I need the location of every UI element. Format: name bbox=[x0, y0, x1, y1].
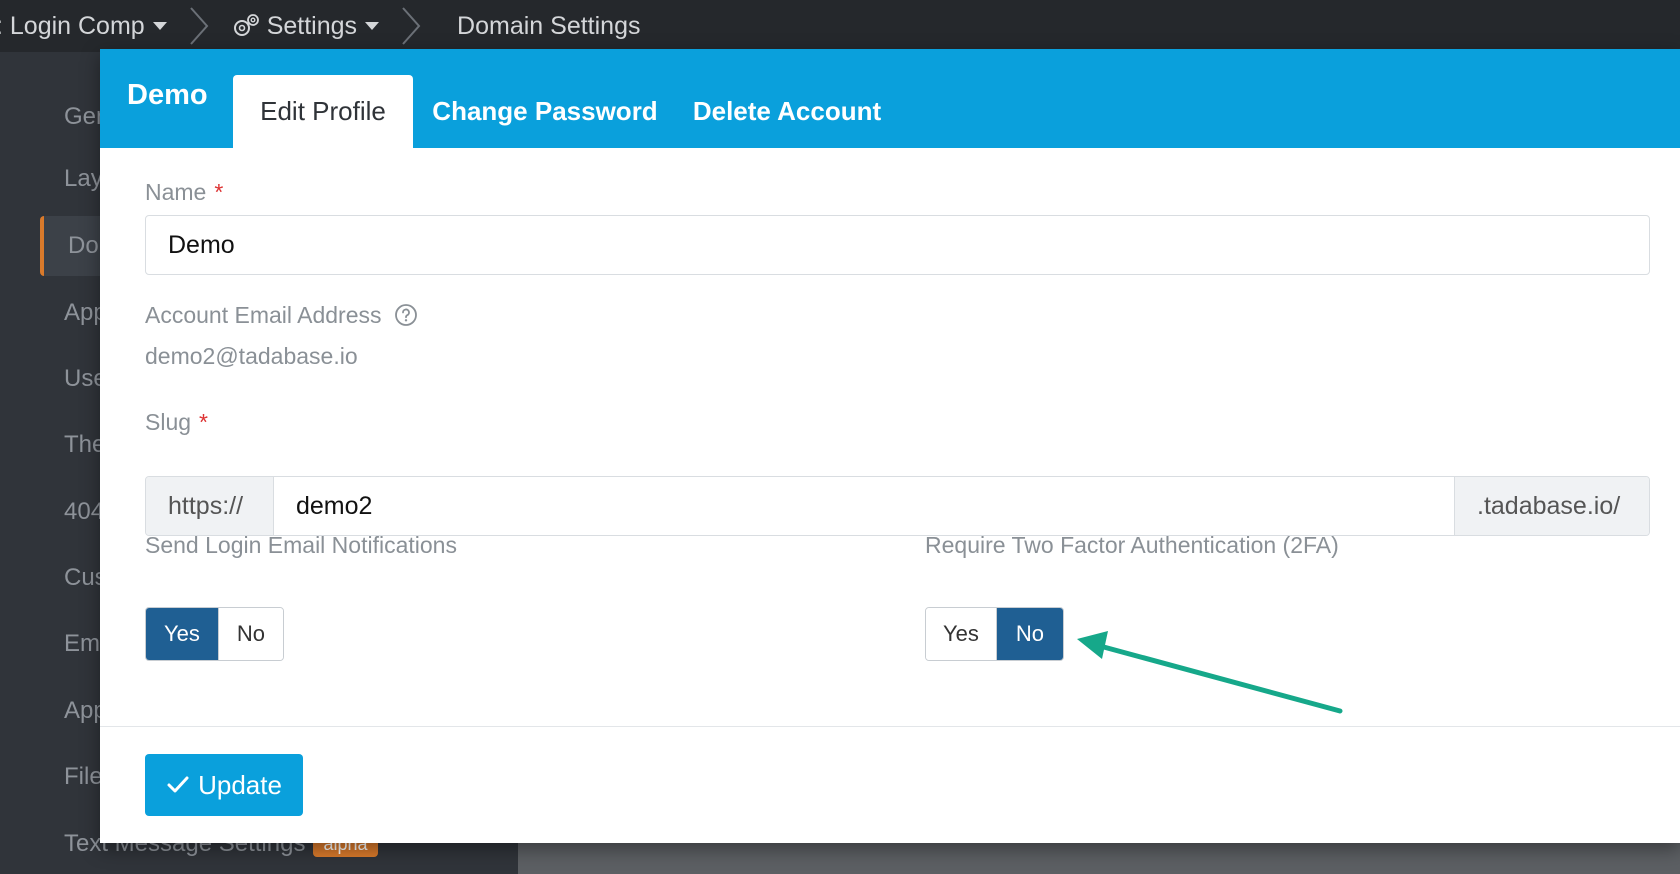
question-circle-icon[interactable] bbox=[394, 303, 418, 327]
twofa-toggle: Yes No bbox=[925, 607, 1064, 661]
chevron-right-icon bbox=[189, 7, 209, 45]
tab-delete-account[interactable]: Delete Account bbox=[677, 75, 897, 148]
breadcrumb-app[interactable]: : Login Comp bbox=[0, 12, 167, 41]
breadcrumb: : Login Comp Settings Domain Settings bbox=[0, 0, 1680, 52]
twofa-yes-button[interactable]: Yes bbox=[926, 608, 997, 660]
modal-header: Demo Edit Profile Change Password Delete… bbox=[100, 49, 1680, 148]
slug-suffix: .tadabase.io/ bbox=[1454, 477, 1649, 535]
check-icon bbox=[167, 776, 189, 793]
tab-change-password[interactable]: Change Password bbox=[413, 75, 677, 148]
breadcrumb-settings[interactable]: Settings bbox=[231, 11, 380, 41]
update-button[interactable]: Update bbox=[145, 754, 303, 816]
breadcrumb-current: Domain Settings bbox=[457, 12, 640, 41]
breadcrumb-app-label: : Login Comp bbox=[0, 11, 145, 40]
slug-input[interactable] bbox=[274, 477, 1454, 535]
annotation-arrow-icon bbox=[1077, 631, 1343, 714]
name-input[interactable] bbox=[145, 215, 1650, 275]
chevron-right-icon bbox=[402, 7, 421, 45]
breadcrumb-settings-label: Settings bbox=[266, 11, 358, 40]
slug-input-group: https:// .tadabase.io/ bbox=[145, 476, 1650, 536]
breadcrumb-current-label: Domain Settings bbox=[457, 11, 641, 40]
twofa-label: Require Two Factor Authentication (2FA) bbox=[925, 532, 1339, 558]
email-label-text: Account Email Address bbox=[145, 302, 382, 328]
login-notify-no-button[interactable]: No bbox=[217, 608, 283, 660]
required-mark: * bbox=[199, 409, 208, 435]
sidebar-item-label: 404 bbox=[64, 498, 105, 525]
twofa-no-button[interactable]: No bbox=[996, 608, 1063, 660]
name-label-text: Name bbox=[145, 179, 207, 205]
login-notify-toggle: Yes No bbox=[145, 607, 284, 661]
name-label: Name * bbox=[145, 179, 223, 206]
login-notify-yes-button[interactable]: Yes bbox=[146, 608, 218, 660]
tab-label: Edit Profile bbox=[260, 96, 386, 126]
gears-icon bbox=[233, 14, 259, 36]
email-value: demo2@tadabase.io bbox=[145, 343, 358, 369]
slug-label: Slug * bbox=[145, 409, 208, 436]
tab-label: Change Password bbox=[432, 96, 658, 126]
required-mark: * bbox=[214, 179, 224, 205]
caret-down-icon bbox=[365, 22, 380, 30]
slug-label-text: Slug bbox=[145, 409, 192, 435]
footer-divider bbox=[100, 726, 1680, 727]
email-label: Account Email Address bbox=[145, 302, 418, 329]
tab-edit-profile[interactable]: Edit Profile bbox=[233, 75, 413, 148]
login-notify-label: Send Login Email Notifications bbox=[145, 532, 457, 558]
tab-label: Delete Account bbox=[692, 96, 882, 126]
modal-title: Demo bbox=[127, 79, 208, 111]
edit-profile-modal: Demo Edit Profile Change Password Delete… bbox=[100, 49, 1680, 843]
caret-down-icon bbox=[152, 22, 167, 30]
update-button-label: Update bbox=[198, 769, 282, 800]
slug-prefix: https:// bbox=[146, 477, 274, 535]
